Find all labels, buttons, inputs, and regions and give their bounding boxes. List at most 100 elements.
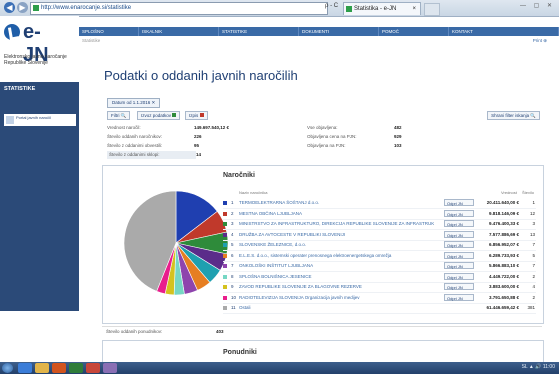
table-row: 2 MESTNA OBČINA LJUBLJANA Odpri JN 9.818.14… bbox=[223, 209, 536, 220]
open-jn-button[interactable]: Odpri JN bbox=[444, 262, 474, 269]
row-count: 2 bbox=[532, 273, 535, 279]
show-button[interactable]: Izpis bbox=[185, 111, 209, 120]
legend-swatch bbox=[223, 253, 227, 258]
pie-chart-svg bbox=[123, 190, 229, 296]
row-count: 12 bbox=[529, 210, 535, 216]
top-navigation: SPLOŠNO ISKALNIK STATISTIKE DOKUMENTI PO… bbox=[79, 27, 559, 36]
header-name: Naziv naročnika bbox=[239, 190, 268, 195]
legend-swatch bbox=[223, 306, 227, 310]
stat-value: 149.697.540,12 € bbox=[194, 125, 230, 130]
row-amount: 61.446.659,42 € bbox=[486, 305, 519, 310]
folder-taskbar-icon[interactable] bbox=[35, 363, 49, 373]
date-filter-chip[interactable]: Datum od 1.1.2016 ✕ bbox=[107, 98, 161, 108]
stat-label: Število oddanih ponudnikov: bbox=[106, 329, 163, 334]
nav-item-splosno[interactable]: SPLOŠNO bbox=[79, 27, 139, 36]
partner-logo[interactable]: Portal javnih naročil bbox=[4, 114, 76, 126]
row-amount: 4.449.722,00 € bbox=[488, 273, 519, 279]
stat-row: Število z oddanimi obvestili: 95 bbox=[107, 142, 199, 150]
row-number: 2 bbox=[231, 210, 234, 216]
row-count: 1 bbox=[532, 200, 535, 205]
open-jn-button[interactable]: Odpri JN bbox=[444, 230, 474, 238]
open-jn-button[interactable]: Odpri JN bbox=[444, 220, 474, 227]
print-link[interactable]: Print ⊕ bbox=[533, 38, 547, 44]
nav-item-pomoc[interactable]: POMOČ bbox=[379, 27, 449, 36]
open-jn-button[interactable]: Odpri JN bbox=[444, 199, 474, 206]
export-button[interactable]: Izvoz podatkov bbox=[137, 111, 181, 120]
filters-button[interactable]: Filtri 🔍 bbox=[107, 111, 131, 120]
stat-row: Število oddanih naročnikov: 226 bbox=[107, 133, 202, 141]
legend-swatch bbox=[223, 232, 227, 237]
stat-label: Število oddanih naročnikov: bbox=[107, 134, 163, 139]
contracting-authority-link[interactable]: RADIOTELEVIZIJA SLOVENIJA Organizacija j… bbox=[239, 293, 434, 303]
open-jn-button[interactable]: Odpri JN bbox=[444, 251, 474, 259]
open-jn-button[interactable]: Odpri JN bbox=[444, 293, 474, 301]
search-refresh-icon[interactable]: ρ - C bbox=[325, 3, 338, 9]
system-tray[interactable]: SL ▲ 🔊 11:00 bbox=[522, 364, 555, 370]
site-favicon-icon bbox=[33, 5, 39, 11]
open-jn-button[interactable]: Odpri JN bbox=[444, 283, 474, 290]
nav-item-iskalnik[interactable]: ISKALNIK bbox=[139, 27, 219, 36]
stat-row: Število z oddanimi sklopi: 14 bbox=[107, 151, 201, 159]
contracting-authority-link[interactable]: SLOVENSKE ŽELEZNICE, d.o.o. bbox=[239, 240, 434, 250]
back-button[interactable]: ◀ bbox=[4, 2, 15, 13]
nav-item-statistike[interactable]: STATISTIKE bbox=[219, 27, 299, 36]
contracting-authority-link[interactable]: E.L.E.S. d.o.o., sistemski operater pren… bbox=[239, 251, 434, 261]
row-count: 4 bbox=[532, 284, 535, 289]
table-row: 9 ZAVOD REPUBLIKE SLOVENIJE ZA BLAGOVNE R… bbox=[223, 282, 536, 293]
contracting-authority-link[interactable]: ZAVOD REPUBLIKE SLOVENIJE ZA BLAGOVNE RE… bbox=[239, 282, 434, 292]
open-jn-button[interactable]: Odpri JN bbox=[444, 272, 474, 280]
row-amount: 9.818.146,09 € bbox=[488, 210, 519, 216]
close-tab-icon[interactable]: × bbox=[412, 3, 416, 16]
media-taskbar-icon[interactable] bbox=[52, 363, 66, 373]
stat-row: Vrednost naročil: 149.697.540,12 € bbox=[107, 124, 229, 132]
contracting-authority-link[interactable]: Ostali bbox=[239, 303, 434, 313]
new-tab-button[interactable] bbox=[424, 3, 440, 16]
browser-tab[interactable]: Statistika - e-JN × bbox=[343, 2, 421, 15]
row-count: 7 bbox=[532, 242, 535, 247]
address-bar[interactable]: http://www.enarocanje.si/statistike bbox=[30, 2, 328, 15]
table-row: 8 SPLOŠNA BOLNIŠNICA JESENICE Odpri JN 4.44… bbox=[223, 272, 536, 283]
table-row: 6 E.L.E.S. d.o.o., sistemski operater pre… bbox=[223, 251, 536, 262]
row-number: 11 bbox=[231, 305, 236, 310]
row-amount: 9.476.400,33 € bbox=[488, 221, 519, 226]
ponudniki-title: Ponudniki bbox=[223, 349, 257, 356]
forward-button[interactable]: ▶ bbox=[17, 2, 28, 13]
stat-label: Vrednost naročil: bbox=[107, 125, 141, 130]
stat-label: Objavljena na PJN: bbox=[307, 143, 346, 148]
powerpoint-taskbar-icon[interactable] bbox=[86, 363, 100, 373]
contracting-authority-link[interactable]: MESTNA OBČINA LJUBLJANA bbox=[239, 209, 434, 219]
row-number: 6 bbox=[231, 252, 234, 258]
contracting-authority-link[interactable]: DRUŽBA ZA AVTOCESTE V REPUBLIKI SLOVENIJ… bbox=[239, 230, 434, 240]
sidebar-item-statistike[interactable]: STATISTIKE bbox=[0, 82, 79, 96]
table-row: 7 ONKOLOŠKI INŠTITUT LJUBLJANA Odpri JN 5.8… bbox=[223, 261, 536, 272]
row-amount: 20.411.640,00 € bbox=[486, 200, 519, 205]
url-text: http://www.enarocanje.si/statistike bbox=[41, 5, 132, 11]
contracting-authority-link[interactable]: SPLOŠNA BOLNIŠNICA JESENICE bbox=[239, 272, 434, 282]
stat-value: 403 bbox=[216, 329, 224, 334]
ponudniki-panel: Ponudniki bbox=[102, 340, 544, 363]
window-controls[interactable]: — ▢ ✕ bbox=[520, 2, 555, 9]
open-jn-button[interactable]: Odpri JN bbox=[444, 209, 474, 217]
browser-toolbar: ◀ ▶ http://www.enarocanje.si/statistike … bbox=[0, 0, 559, 17]
legend-swatch bbox=[223, 243, 227, 247]
sidebar-panel bbox=[0, 96, 79, 311]
excel-taskbar-icon[interactable] bbox=[69, 363, 83, 373]
legend-swatch bbox=[223, 222, 227, 226]
ie-taskbar-icon[interactable] bbox=[18, 363, 32, 373]
header-value: Vrednost bbox=[501, 190, 517, 195]
sidebar: e-JN Elektronsko javno naročanje Republi… bbox=[0, 16, 79, 362]
stat-label: Število z oddanimi sklopi: bbox=[107, 151, 196, 159]
open-jn-button[interactable]: Odpri JN bbox=[444, 241, 474, 248]
start-button-icon[interactable] bbox=[2, 363, 13, 373]
excel-icon bbox=[172, 113, 177, 117]
row-count: 381 bbox=[527, 305, 535, 310]
stat-value: 14 bbox=[196, 152, 202, 157]
contracting-authority-link[interactable]: TERMOELEKTRARNA ŠOŠTANJ d.o.o. bbox=[239, 198, 434, 208]
save-filter-button[interactable]: Shrani filter iskanja 🔍 bbox=[487, 111, 540, 120]
nav-item-dokumenti[interactable]: DOKUMENTI bbox=[299, 27, 379, 36]
app-taskbar-icon[interactable] bbox=[103, 363, 117, 373]
contracting-authority-link[interactable]: MINISTRSTVO ZA INFRASTRUKTURO, DIREKCIJA… bbox=[239, 219, 434, 229]
nav-item-kontakt[interactable]: KONTAKT bbox=[449, 27, 559, 36]
contracting-authority-link[interactable]: ONKOLOŠKI INŠTITUT LJUBLJANA bbox=[239, 261, 434, 271]
partner-logo-icon bbox=[6, 116, 14, 124]
